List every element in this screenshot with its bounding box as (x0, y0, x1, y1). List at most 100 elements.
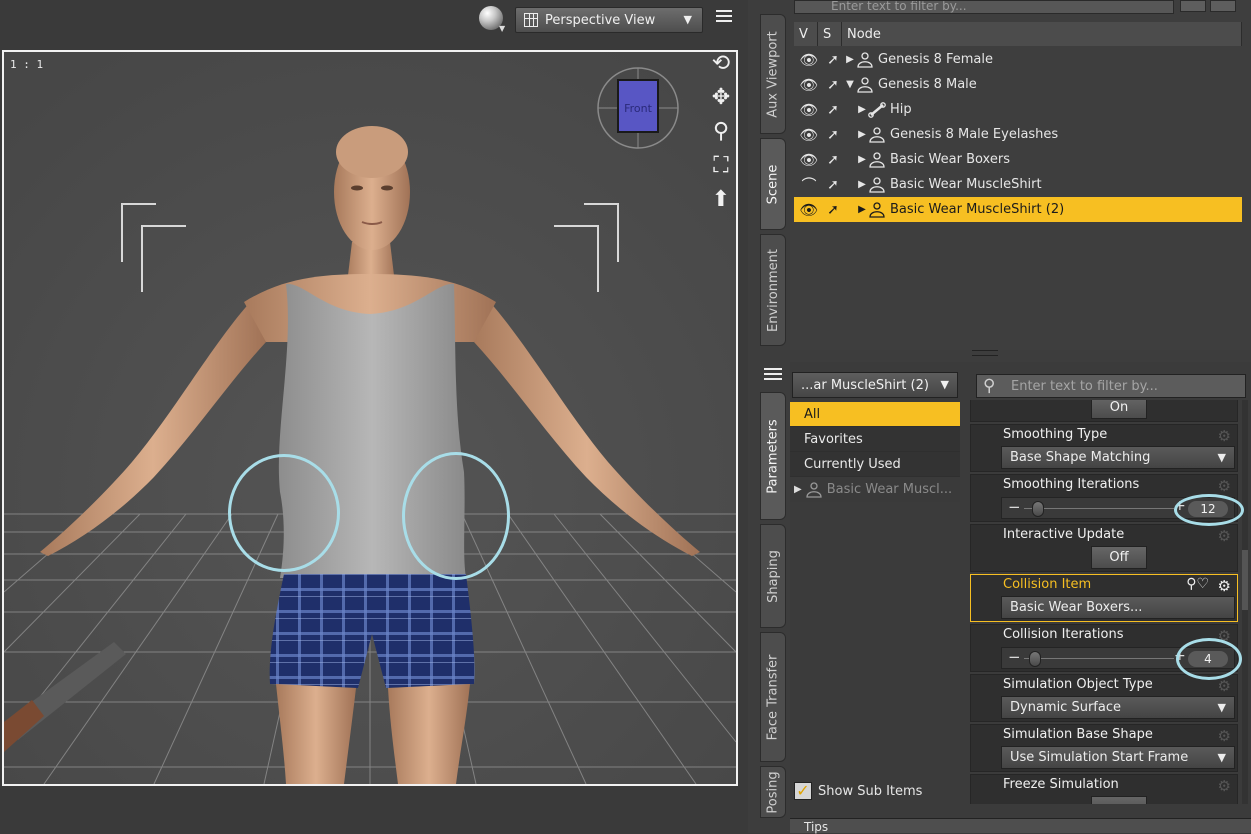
3d-viewport[interactable]: Front 1 : 1 (2, 50, 738, 786)
node-select-label: ...ar MuscleShirt (2) (801, 377, 929, 393)
reset-view-icon[interactable]: ⬆ (706, 184, 736, 214)
viewport-menu-icon[interactable] (716, 10, 732, 26)
scene-node-label: Hip (890, 102, 912, 117)
param-name: Freeze Simulation (1003, 777, 1119, 792)
orbit-icon[interactable]: ⟲ (706, 48, 736, 78)
minus-icon[interactable]: − (1008, 648, 1021, 666)
filter-prev-button[interactable] (1180, 0, 1206, 12)
slider-track[interactable] (1024, 508, 1174, 509)
slider-knob[interactable] (1029, 651, 1041, 667)
top-toggle-button[interactable]: On (1091, 400, 1147, 419)
gear-icon[interactable]: ⚙ (1218, 477, 1231, 495)
param-dropdown[interactable]: Use Simulation Start Frame ▼ (1001, 746, 1235, 769)
scene-render: Front (4, 52, 736, 784)
expand-arrow-icon[interactable]: ▶ (856, 129, 868, 140)
tab-face-transfer[interactable]: Face Transfer (760, 632, 786, 762)
tips-bar[interactable]: Tips (790, 818, 1251, 834)
figure-icon (857, 51, 873, 68)
scene-node-row[interactable]: 👁 ➚ ▶ Genesis 8 Male Eyelashes (794, 122, 1242, 147)
expand-arrow-icon[interactable]: ▶ (844, 54, 856, 65)
gear-icon[interactable]: ⚙ (1218, 727, 1231, 745)
category-sub-item[interactable]: ▶ Basic Wear Muscl... (790, 477, 960, 502)
slider-knob[interactable] (1032, 501, 1044, 517)
header-visibility[interactable]: V (794, 22, 818, 46)
node-select[interactable]: ...ar MuscleShirt (2) ▼ (792, 372, 958, 398)
view-select[interactable]: Perspective View ▼ (515, 7, 703, 33)
scene-node-row[interactable]: 👁 ➚ ▼ Genesis 8 Male (794, 72, 1242, 97)
slider-track[interactable] (1024, 658, 1174, 659)
scene-node-label: Basic Wear Boxers (890, 152, 1010, 167)
select-arrow-icon[interactable]: ➚ (822, 177, 844, 193)
param-dropdown[interactable]: Base Shape Matching ▼ (1001, 446, 1235, 469)
figure-icon (869, 126, 885, 143)
param-toggle[interactable] (1091, 796, 1147, 804)
param-name: Collision Iterations (1003, 627, 1124, 642)
select-arrow-icon[interactable]: ➚ (822, 127, 844, 143)
eye-icon[interactable]: 👁 (798, 126, 820, 144)
scene-node-row[interactable]: ⌒ ➚ ▶ Basic Wear MuscleShirt (794, 172, 1242, 197)
expand-arrow-icon[interactable]: ▶ (856, 204, 868, 215)
tab-environment[interactable]: Environment (760, 234, 786, 346)
panel-menu-icon[interactable] (764, 368, 782, 384)
select-arrow-icon[interactable]: ➚ (822, 77, 844, 93)
pan-icon[interactable]: ✥ (706, 82, 736, 112)
select-arrow-icon[interactable]: ➚ (822, 202, 844, 218)
eye-icon[interactable]: 👁 (798, 76, 820, 94)
gear-icon[interactable]: ⚙ (1218, 527, 1231, 545)
parameter-filter-input[interactable]: ⚲ Enter text to filter by... (976, 374, 1246, 398)
scene-filter-input[interactable]: Enter text to filter by... (794, 0, 1174, 14)
tab-aux-viewport[interactable]: Aux Viewport (760, 14, 786, 134)
collapse-arrow-icon[interactable]: ▼ (844, 79, 856, 90)
scene-node-row[interactable]: 👁 ➚ ▶ Hip (794, 97, 1242, 122)
tab-shaping[interactable]: Shaping (760, 524, 786, 628)
expand-arrow-icon[interactable]: ▶ (856, 104, 868, 115)
splitter-handle[interactable] (972, 350, 998, 356)
draw-style-dropdown-icon[interactable]: ▼ (499, 24, 505, 33)
link-heart-icon[interactable]: ⚲♡ (1186, 576, 1209, 592)
eye-closed-icon[interactable]: ⌒ (798, 174, 820, 195)
param-dropdown[interactable]: Dynamic Surface ▼ (1001, 696, 1235, 719)
camera-cube-label[interactable]: Front (624, 102, 653, 115)
figure-icon (857, 76, 873, 93)
gear-icon[interactable]: ⚙ (1218, 777, 1231, 795)
param-value: Basic Wear Boxers... (1010, 600, 1143, 615)
eye-icon[interactable]: 👁 (798, 201, 820, 219)
scene-node-label: Genesis 8 Male Eyelashes (890, 127, 1059, 142)
param-row: Simulation Base Shape ⚙ Use Simulation Sta… (970, 724, 1238, 772)
expand-arrow-icon[interactable]: ▶ (856, 154, 868, 165)
scene-node-label: Genesis 8 Female (878, 52, 994, 67)
scene-node-row[interactable]: 👁 ➚ ▶ Genesis 8 Female (794, 47, 1242, 72)
category-all[interactable]: All (790, 402, 960, 427)
category-currently-used[interactable]: Currently Used (790, 452, 960, 477)
param-row: Interactive Update ⚙ Off (970, 524, 1238, 572)
eye-icon[interactable]: 👁 (798, 101, 820, 119)
viewport-tools: ⟲ ✥ ⚲ ⛶ ⬆ (706, 48, 742, 218)
param-name: Smoothing Iterations (1003, 477, 1140, 492)
gear-icon[interactable]: ⚙ (1218, 427, 1231, 445)
category-favorites[interactable]: Favorites (790, 427, 960, 452)
gear-icon[interactable]: ⚙ (1218, 577, 1231, 595)
minus-icon[interactable]: − (1008, 498, 1021, 516)
zoom-icon[interactable]: ⚲ (706, 116, 736, 146)
header-selectable[interactable]: S (818, 22, 842, 46)
gear-icon[interactable]: ⚙ (1218, 677, 1231, 695)
select-arrow-icon[interactable]: ➚ (822, 152, 844, 168)
parameter-scrollbar[interactable] (1242, 400, 1248, 804)
scene-node-row[interactable]: 👁 ➚ ▶ Basic Wear Boxers (794, 147, 1242, 172)
header-node[interactable]: Node (842, 22, 1242, 46)
show-sub-items-checkbox[interactable]: ✓ Show Sub Items (794, 782, 922, 800)
view-grid-icon (524, 13, 538, 27)
param-button[interactable]: Basic Wear Boxers... (1001, 596, 1235, 619)
eye-icon[interactable]: 👁 (798, 151, 820, 169)
select-arrow-icon[interactable]: ➚ (822, 102, 844, 118)
frame-icon[interactable]: ⛶ (706, 150, 736, 180)
param-toggle[interactable]: Off (1091, 546, 1147, 569)
filter-next-button[interactable] (1210, 0, 1236, 12)
tab-parameters[interactable]: Parameters (760, 392, 786, 520)
tab-scene[interactable]: Scene (760, 138, 786, 230)
eye-icon[interactable]: 👁 (798, 51, 820, 69)
expand-arrow-icon[interactable]: ▶ (856, 179, 868, 190)
select-arrow-icon[interactable]: ➚ (822, 52, 844, 68)
scene-node-row[interactable]: 👁 ➚ ▶ Basic Wear MuscleShirt (2) (794, 197, 1242, 222)
tab-posing[interactable]: Posing (760, 766, 786, 818)
